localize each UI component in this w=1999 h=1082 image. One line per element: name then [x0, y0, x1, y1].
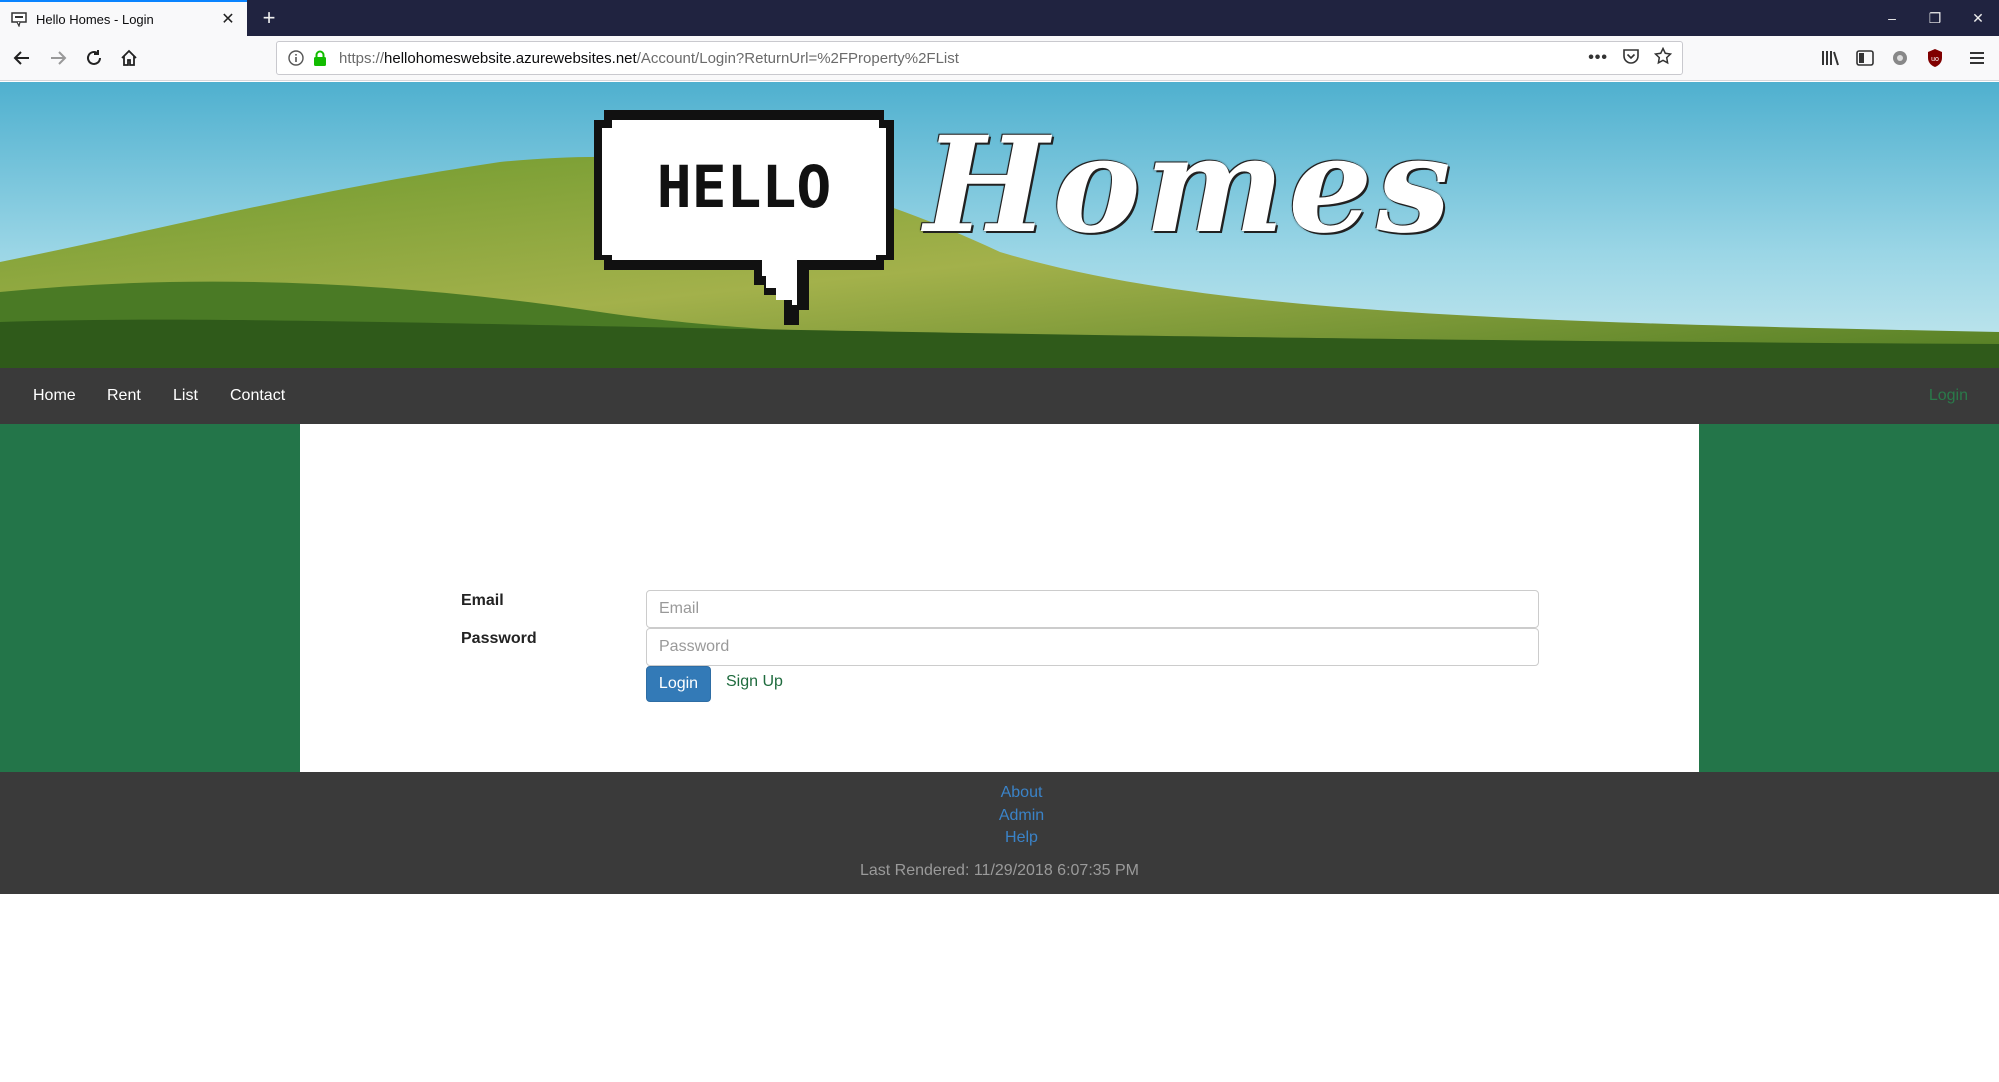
nav-rent[interactable]: Rent	[107, 368, 141, 424]
sign-up-link[interactable]: Sign Up	[726, 673, 783, 691]
more-icon[interactable]: •••	[1588, 49, 1608, 67]
footer-link-admin[interactable]: Admin	[0, 807, 1999, 825]
lock-icon[interactable]	[311, 47, 329, 69]
nav-home[interactable]: Home	[33, 368, 76, 424]
browser-tab-bar: Hello Homes - Login ✕ + – ❐ ✕	[0, 0, 1999, 36]
reload-icon[interactable]	[78, 42, 110, 74]
browser-tab[interactable]: Hello Homes - Login ✕	[0, 0, 247, 36]
menu-icon[interactable]	[1961, 42, 1993, 74]
library-icon[interactable]	[1814, 42, 1846, 74]
speech-bubble-favicon-icon	[10, 11, 28, 27]
hello-text: HELLO	[657, 153, 832, 221]
last-rendered-text: Last Rendered: 11/29/2018 6:07:35 PM	[859, 862, 1139, 879]
restore-icon[interactable]: ❐	[1912, 0, 1958, 36]
back-icon[interactable]	[6, 42, 38, 74]
site-navbar: Home Rent List Contact Login	[0, 368, 1999, 424]
close-tab-icon[interactable]: ✕	[215, 6, 241, 32]
home-icon[interactable]	[113, 42, 145, 74]
tab-title: Hello Homes - Login	[36, 11, 154, 27]
url-path: /Account/Login?ReturnUrl=%2FProperty%2FL…	[636, 49, 959, 67]
info-icon[interactable]	[285, 47, 307, 69]
minimize-icon[interactable]: –	[1869, 0, 1915, 36]
url-bar[interactable]: https://hellohomeswebsite.azurewebsites.…	[276, 41, 1683, 75]
email-input[interactable]	[646, 590, 1539, 628]
nav-login[interactable]: Login	[1929, 368, 1968, 424]
pocket-icon[interactable]	[1622, 47, 1640, 70]
email-label: Email	[461, 592, 504, 609]
extension-icon[interactable]	[1884, 42, 1916, 74]
url-host: hellohomeswebsite.azurewebsites.net	[384, 49, 637, 67]
star-icon[interactable]	[1653, 46, 1673, 70]
password-label: Password	[461, 630, 537, 647]
nav-contact[interactable]: Contact	[230, 368, 285, 424]
nav-list[interactable]: List	[173, 368, 198, 424]
svg-text:uo: uo	[1931, 56, 1939, 63]
homes-script-title: Homes	[924, 108, 1455, 263]
site-footer: About Admin Help Last Rendered: 11/29/20…	[0, 772, 1999, 894]
footer-link-help[interactable]: Help	[0, 829, 1999, 847]
site-banner: HELLO Homes	[0, 82, 1999, 368]
ublock-icon[interactable]: uo	[1919, 42, 1951, 74]
forward-icon[interactable]	[42, 42, 74, 74]
browser-toolbar: https://hellohomeswebsite.azurewebsites.…	[0, 36, 1999, 81]
login-button[interactable]: Login	[646, 666, 711, 702]
window-close-icon[interactable]: ✕	[1955, 0, 1999, 36]
password-input[interactable]	[646, 628, 1539, 666]
hello-speech-bubble-logo: HELLO	[594, 110, 894, 325]
new-tab-icon[interactable]: +	[255, 4, 283, 32]
url-text[interactable]: https://hellohomeswebsite.azurewebsites.…	[339, 50, 1588, 67]
footer-link-about[interactable]: About	[0, 784, 1999, 802]
url-prefix: https://	[339, 49, 385, 67]
sidebar-icon[interactable]	[1849, 42, 1881, 74]
